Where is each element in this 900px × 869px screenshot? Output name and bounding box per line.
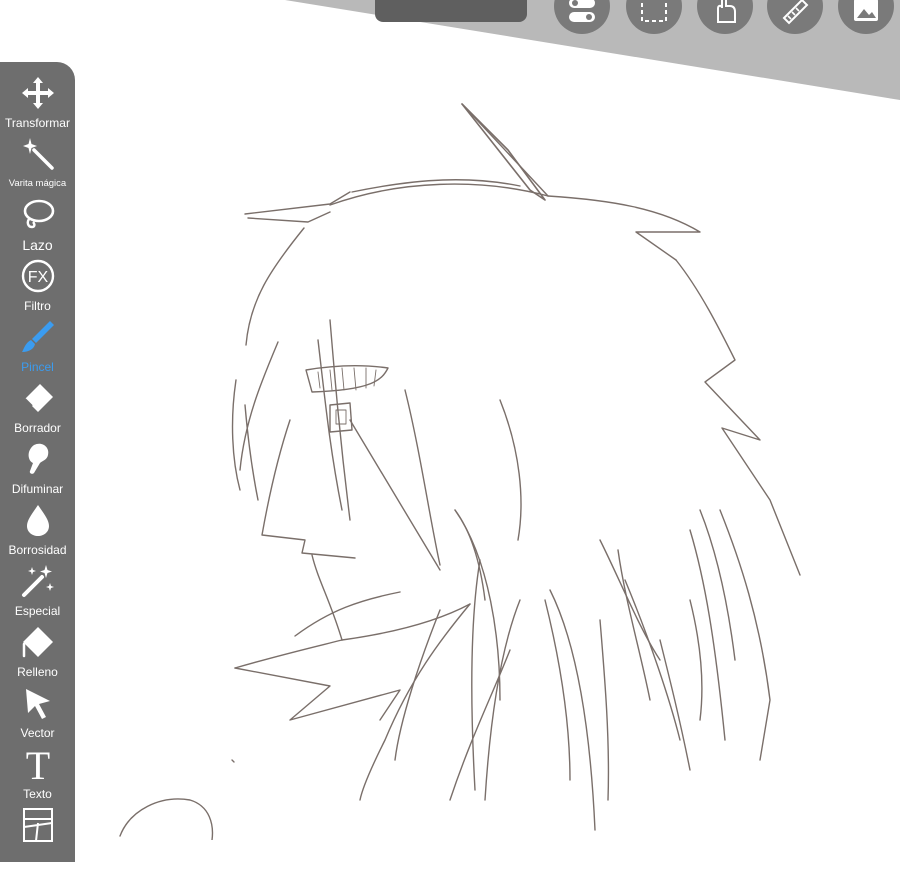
tool-label: Filtro bbox=[24, 299, 51, 313]
eraser-icon bbox=[20, 380, 56, 421]
frame-divider-icon bbox=[20, 807, 56, 848]
fx-glyph: FX bbox=[27, 269, 48, 286]
layers-image-icon bbox=[849, 0, 883, 33]
tool-label: Especial bbox=[14, 604, 61, 618]
tool-label: Vector bbox=[20, 726, 55, 740]
text-icon: T bbox=[20, 743, 56, 788]
tool-eraser[interactable]: Borrador bbox=[0, 381, 75, 442]
tool-filter[interactable]: FX Filtro bbox=[0, 259, 75, 320]
brush-icon bbox=[20, 319, 56, 360]
tool-magic-wand[interactable]: Varita mágica bbox=[0, 137, 75, 198]
vector-cursor-icon bbox=[20, 685, 56, 726]
magic-wand-icon bbox=[20, 136, 56, 177]
fx-icon: FX bbox=[20, 258, 56, 299]
tool-label: Texto bbox=[23, 787, 52, 801]
drawing-canvas[interactable] bbox=[0, 0, 900, 840]
tool-label: Borrosidad bbox=[8, 543, 67, 557]
blur-drop-icon bbox=[20, 502, 56, 543]
tool-brush[interactable]: Pincel bbox=[0, 320, 75, 381]
top-status-pill[interactable] bbox=[375, 0, 527, 22]
tool-label: Varita mágica bbox=[8, 178, 67, 189]
special-brush-icon bbox=[20, 563, 56, 604]
tool-label: Lazo bbox=[22, 237, 53, 253]
tool-transform[interactable]: Transformar bbox=[0, 76, 75, 137]
tool-special[interactable]: Especial bbox=[0, 564, 75, 625]
tool-label: Relleno bbox=[17, 665, 58, 679]
selection-icon bbox=[637, 0, 671, 33]
tool-label: Difuminar bbox=[11, 482, 64, 496]
text-glyph: T bbox=[25, 746, 49, 782]
sketch-drawing bbox=[119, 103, 801, 840]
hand-gesture-icon bbox=[708, 0, 742, 33]
tool-label: Borrador bbox=[14, 421, 61, 435]
tool-frame-divider[interactable] bbox=[0, 807, 75, 869]
tool-smudge[interactable]: Difuminar bbox=[0, 442, 75, 503]
tool-blur[interactable]: Borrosidad bbox=[0, 503, 75, 564]
ruler-icon bbox=[778, 0, 812, 33]
tool-text[interactable]: T Texto bbox=[0, 743, 75, 808]
tool-sidebar: Transformar Varita mágica Lazo FX Filtro… bbox=[0, 62, 75, 862]
tool-lasso[interactable]: Lazo bbox=[0, 198, 75, 259]
toggle-settings-icon bbox=[565, 0, 599, 33]
move-arrows-icon bbox=[20, 75, 56, 116]
paint-bucket-icon bbox=[20, 624, 56, 665]
tool-label: Pincel bbox=[21, 360, 54, 374]
tool-fill[interactable]: Relleno bbox=[0, 625, 75, 686]
tool-label: Transformar bbox=[5, 116, 70, 130]
lasso-icon bbox=[20, 197, 56, 238]
tool-vector[interactable]: Vector bbox=[0, 686, 75, 747]
smudge-finger-icon bbox=[20, 441, 56, 482]
